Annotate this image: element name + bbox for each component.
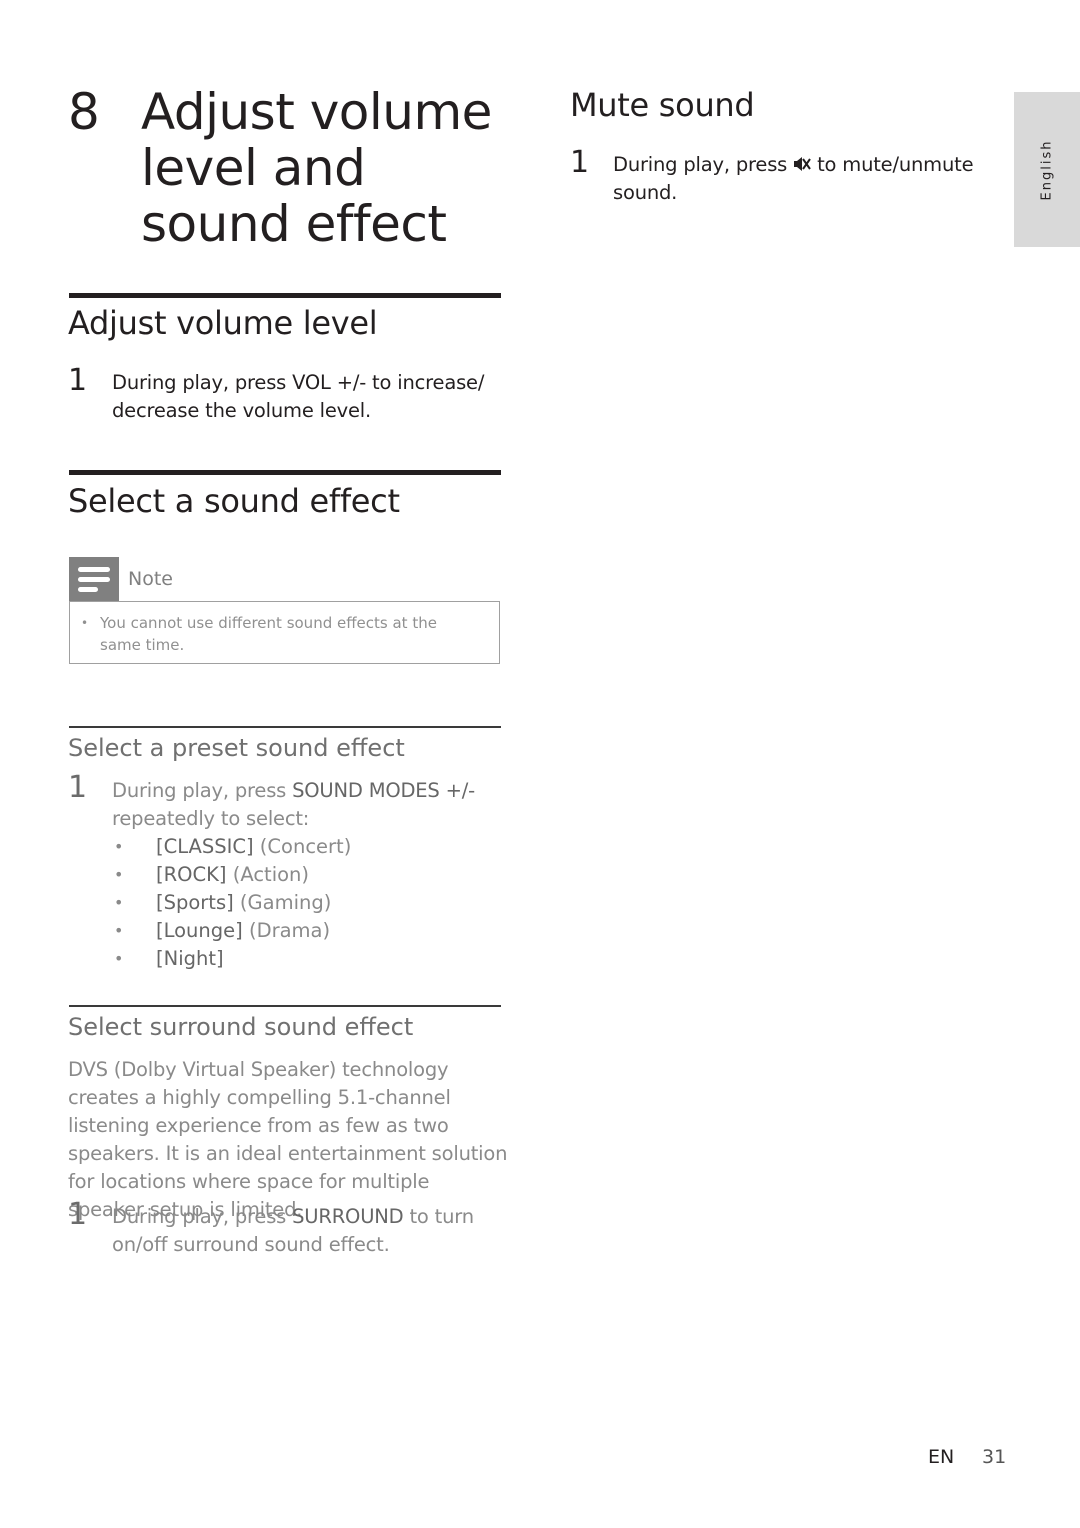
chapter-title: Adjust volume level and sound effect xyxy=(141,83,492,253)
option-desc: (Concert) xyxy=(253,835,352,858)
surround-description: DVS (Dolby Virtual Speaker) technology c… xyxy=(68,1058,508,1221)
step-number: 1 xyxy=(570,145,590,180)
heading-select-sound-effect: Select a sound effect xyxy=(68,482,400,520)
bullet-icon: • xyxy=(114,949,124,968)
page-number: 31 xyxy=(982,1446,1007,1468)
step-adjust-volume: During play, press VOL +/- to increase/ … xyxy=(112,369,492,425)
step-text: During play, press xyxy=(112,779,293,802)
heading-preset-sound-effect: Select a preset sound effect xyxy=(68,734,405,762)
note-icon xyxy=(69,557,119,601)
option-keyword: [Lounge] xyxy=(156,919,243,942)
section-divider xyxy=(69,293,501,298)
note-text: You cannot use different sound effects a… xyxy=(100,614,437,654)
option-keyword: [Sports] xyxy=(156,891,234,914)
bullet-icon: • xyxy=(114,865,124,884)
preset-option: • [ROCK] (Action) xyxy=(114,861,494,889)
heading-mute-sound: Mute sound xyxy=(570,86,755,124)
step-text: During play, press xyxy=(613,153,794,176)
step-number: 1 xyxy=(68,363,88,398)
subsection-divider xyxy=(69,1005,501,1007)
language-tab: English xyxy=(1014,92,1080,247)
preset-option: • [Lounge] (Drama) xyxy=(114,917,494,945)
option-desc: (Drama) xyxy=(242,919,331,942)
key-surround: SURROUND xyxy=(292,1205,404,1228)
subsection-divider xyxy=(69,726,501,728)
preset-option: • [Night] xyxy=(114,945,494,973)
option-desc: (Action) xyxy=(226,863,310,886)
section-divider xyxy=(69,470,501,475)
mute-icon xyxy=(794,157,811,171)
heading-surround-sound-effect: Select surround sound effect xyxy=(68,1013,414,1041)
step-number: 1 xyxy=(68,1197,88,1232)
language-tab-label: English xyxy=(1039,139,1055,200)
preset-options-list: • [CLASSIC] (Concert) • [ROCK] (Action) • [… xyxy=(114,833,494,973)
option-desc: (Gaming) xyxy=(233,891,332,914)
step-surround: During play, press SURROUND to turn on/o… xyxy=(112,1203,492,1259)
option-keyword: [ROCK] xyxy=(156,863,227,886)
bullet-icon: • xyxy=(114,837,124,856)
step-mute: During play, press to mute/unmute sound. xyxy=(613,151,983,207)
bullet-icon: • xyxy=(114,893,124,912)
step-preset: During play, press SOUND MODES +/- repea… xyxy=(112,777,492,833)
preset-option: • [CLASSIC] (Concert) xyxy=(114,833,494,861)
note-label: Note xyxy=(128,568,173,590)
bullet-icon: • xyxy=(114,921,124,940)
step-text: During play, press xyxy=(112,1205,293,1228)
option-keyword: [Night] xyxy=(156,947,224,970)
option-keyword: [CLASSIC] xyxy=(156,835,254,858)
heading-adjust-volume: Adjust volume level xyxy=(68,304,378,342)
step-text: repeatedly to select: xyxy=(112,807,310,830)
chapter-number: 8 xyxy=(68,83,100,141)
step-number: 1 xyxy=(68,770,88,805)
footer-language: EN xyxy=(928,1446,955,1468)
key-vol: VOL +/- xyxy=(292,371,367,394)
preset-option: • [Sports] (Gaming) xyxy=(114,889,494,917)
key-sound-modes: SOUND MODES +/- xyxy=(292,779,475,802)
bullet-icon: • xyxy=(81,616,89,630)
step-text: During play, press xyxy=(112,371,293,394)
